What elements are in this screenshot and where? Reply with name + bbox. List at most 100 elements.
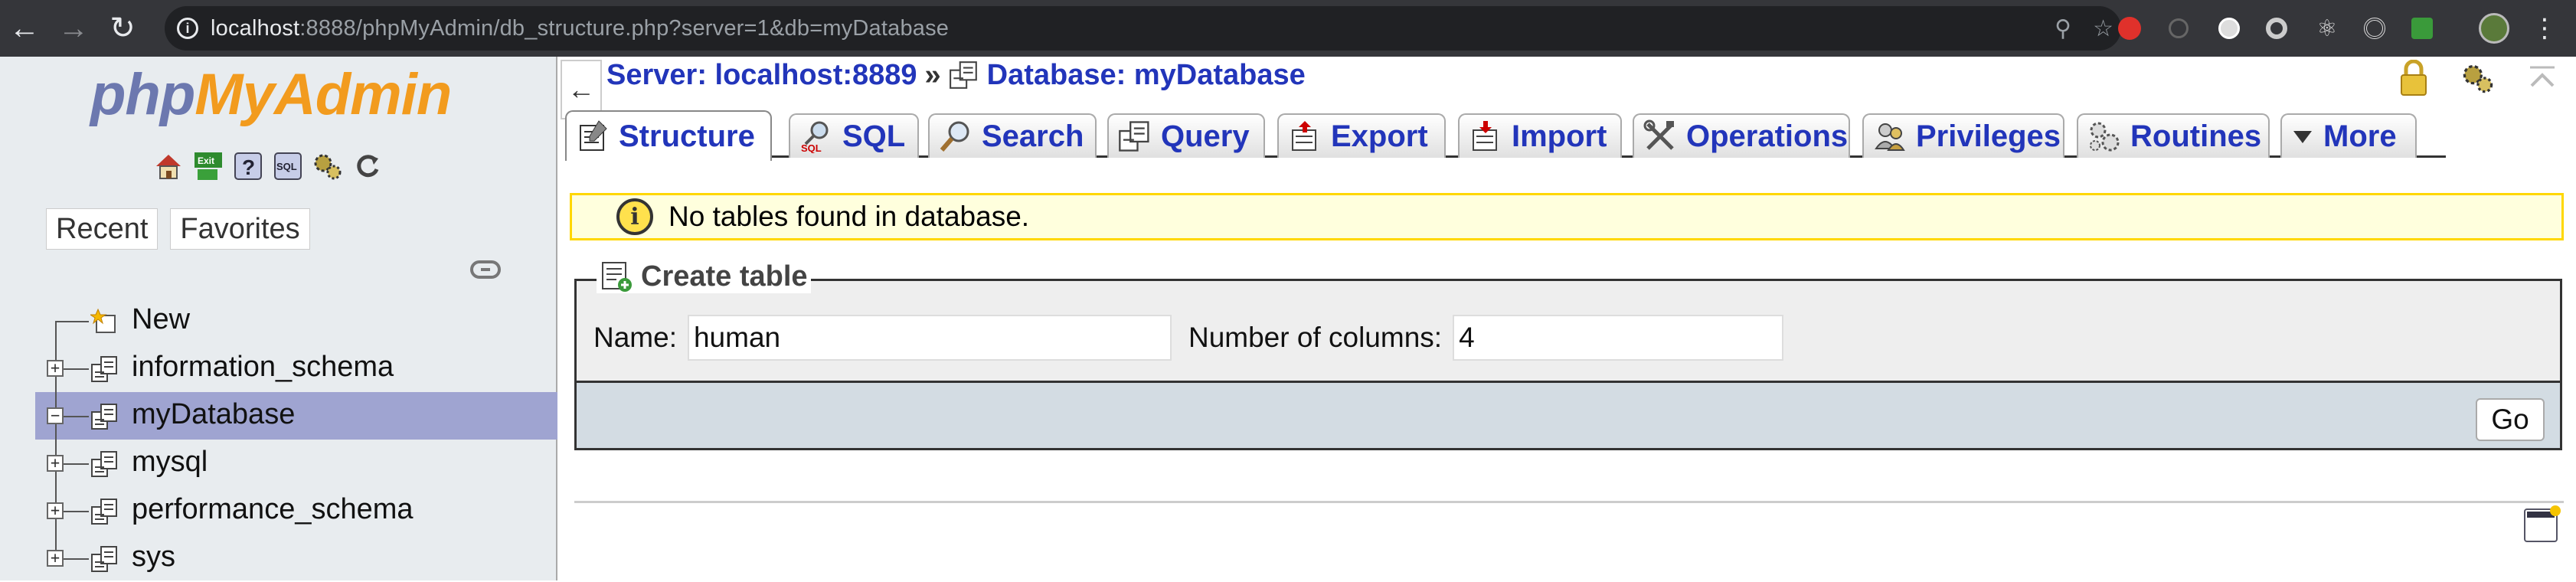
- tree-item-label[interactable]: New: [132, 303, 190, 336]
- extension-atom-icon[interactable]: ⚛: [2310, 11, 2345, 46]
- tree-item-label[interactable]: information_schema: [132, 351, 394, 384]
- tree-item-sys[interactable]: + sys: [35, 535, 557, 582]
- privileges-icon: [1875, 123, 1905, 151]
- svg-text:Exit: Exit: [198, 155, 214, 166]
- database-icon: [91, 546, 117, 572]
- database-icon: [91, 499, 117, 525]
- bookmark-star-icon[interactable]: ☆: [2093, 15, 2113, 42]
- console-icon[interactable]: [2524, 505, 2561, 542]
- zoom-icon[interactable]: ⚲: [2055, 15, 2071, 42]
- tab-search[interactable]: Search: [928, 113, 1097, 158]
- extension-green-icon[interactable]: [2404, 11, 2440, 46]
- tree-item-information-schema[interactable]: + information_schema: [35, 345, 557, 392]
- breadcrumb: Server: localhost:8889 » Database: myDat…: [606, 57, 1306, 93]
- reload-navigation-icon[interactable]: [351, 149, 384, 184]
- import-icon: [1473, 121, 1497, 151]
- go-button[interactable]: Go: [2476, 398, 2545, 441]
- name-label: Name:: [593, 322, 677, 353]
- recent-tab[interactable]: Recent: [46, 208, 159, 250]
- tab-label[interactable]: Privileges: [1916, 119, 2061, 154]
- query-icon: [1119, 121, 1149, 152]
- tab-query[interactable]: Query: [1107, 113, 1265, 158]
- expand-icon[interactable]: +: [47, 360, 64, 377]
- svg-text:SQL: SQL: [801, 142, 822, 153]
- extension-puzzle-icon[interactable]: [2161, 11, 2196, 46]
- site-info-icon[interactable]: i: [165, 6, 211, 51]
- routines-icon: [2090, 122, 2120, 152]
- help-icon[interactable]: ?: [231, 149, 265, 184]
- table-name-input[interactable]: human: [687, 315, 1172, 361]
- tab-sql[interactable]: SQL SQL: [789, 113, 919, 158]
- tree-item-new[interactable]: New: [35, 297, 557, 345]
- tab-more[interactable]: More: [2280, 113, 2417, 158]
- expand-icon[interactable]: +: [47, 455, 64, 472]
- tab-label[interactable]: SQL: [842, 119, 905, 154]
- lock-icon[interactable]: [2395, 60, 2432, 96]
- favorites-tab[interactable]: Favorites: [170, 208, 310, 250]
- database-icon: [91, 356, 117, 382]
- tree-item-label[interactable]: mysql: [132, 446, 208, 479]
- expand-icon[interactable]: +: [47, 502, 64, 519]
- sql-docs-icon[interactable]: SQL: [271, 149, 305, 184]
- tree-item-mysql[interactable]: + mysql: [35, 440, 557, 487]
- svg-text:SQL: SQL: [276, 161, 297, 172]
- link-with-main-panel-icon[interactable]: [470, 260, 501, 279]
- tab-label[interactable]: Structure: [619, 119, 755, 154]
- tree-item-mydatabase[interactable]: − myDatabase: [35, 392, 557, 440]
- extension-ring-icon[interactable]: [2259, 11, 2294, 46]
- tab-label[interactable]: Operations: [1686, 119, 1848, 154]
- tab-import[interactable]: Import: [1458, 113, 1622, 158]
- export-icon: [1292, 121, 1316, 151]
- tab-label[interactable]: Export: [1331, 119, 1428, 154]
- svg-text:?: ?: [242, 155, 255, 179]
- url-text[interactable]: localhost:8888/phpMyAdmin/db_structure.p…: [211, 16, 949, 41]
- create-table-icon: [602, 262, 632, 292]
- scroll-top-icon[interactable]: [2524, 60, 2561, 96]
- legend-label: Create table: [641, 260, 808, 293]
- chevron-down-icon: [2293, 131, 2312, 143]
- home-icon[interactable]: [152, 149, 185, 184]
- tab-label[interactable]: Import: [1512, 119, 1607, 154]
- tree-item-label[interactable]: performance_schema: [132, 493, 414, 526]
- extension-target-icon[interactable]: [2357, 11, 2392, 46]
- profile-avatar-icon[interactable]: [2476, 11, 2512, 46]
- forward-arrow-icon[interactable]: →: [49, 0, 98, 57]
- extension-circle-icon[interactable]: [2212, 11, 2247, 46]
- expand-icon[interactable]: +: [47, 550, 64, 567]
- create-table-legend: Create table: [597, 260, 811, 293]
- info-icon: i: [616, 198, 653, 235]
- tab-label[interactable]: More: [2323, 119, 2397, 154]
- settings-gear-icon[interactable]: [311, 149, 345, 184]
- breadcrumb-database[interactable]: Database: myDatabase: [987, 59, 1306, 92]
- breadcrumb-server[interactable]: Server: localhost:8889: [606, 59, 917, 92]
- reload-icon[interactable]: ↻: [98, 0, 147, 57]
- main-panel: ← Server: localhost:8889 » Database: myD…: [559, 57, 2576, 580]
- new-database-icon: [90, 308, 116, 333]
- tab-operations[interactable]: Operations: [1633, 113, 1850, 158]
- extension-red-icon[interactable]: [2112, 11, 2147, 46]
- tab-label[interactable]: Search: [982, 119, 1084, 154]
- tree-item-label[interactable]: myDatabase: [132, 398, 295, 431]
- back-arrow-icon[interactable]: ←: [0, 0, 49, 57]
- tree-item-performance-schema[interactable]: + performance_schema: [35, 487, 557, 535]
- tab-bar: Structure SQL SQL Search Query Export Im…: [565, 110, 2446, 161]
- phpmyadmin-logo[interactable]: phpMyAdmin: [90, 61, 452, 128]
- settings-gear-icon[interactable]: [2460, 60, 2496, 96]
- tab-label[interactable]: Routines: [2130, 119, 2261, 154]
- create-table-footer: Go: [577, 381, 2560, 448]
- number-of-columns-input[interactable]: 4: [1453, 315, 1784, 361]
- browser-menu-icon[interactable]: ⋮: [2527, 11, 2562, 46]
- breadcrumb-separator: »: [924, 58, 941, 91]
- tab-privileges[interactable]: Privileges: [1862, 113, 2064, 158]
- tab-label[interactable]: Query: [1161, 119, 1250, 154]
- address-bar[interactable]: i localhost:8888/phpMyAdmin/db_structure…: [165, 6, 2121, 51]
- logout-icon[interactable]: Exit: [191, 149, 225, 184]
- operations-icon: [1643, 119, 1674, 150]
- tab-structure[interactable]: Structure: [565, 110, 772, 161]
- tab-routines[interactable]: Routines: [2077, 113, 2270, 158]
- search-icon: [940, 121, 969, 152]
- tree-item-label[interactable]: sys: [132, 541, 175, 574]
- collapse-icon[interactable]: −: [47, 407, 64, 424]
- tab-export[interactable]: Export: [1277, 113, 1446, 158]
- database-icon: [91, 404, 117, 430]
